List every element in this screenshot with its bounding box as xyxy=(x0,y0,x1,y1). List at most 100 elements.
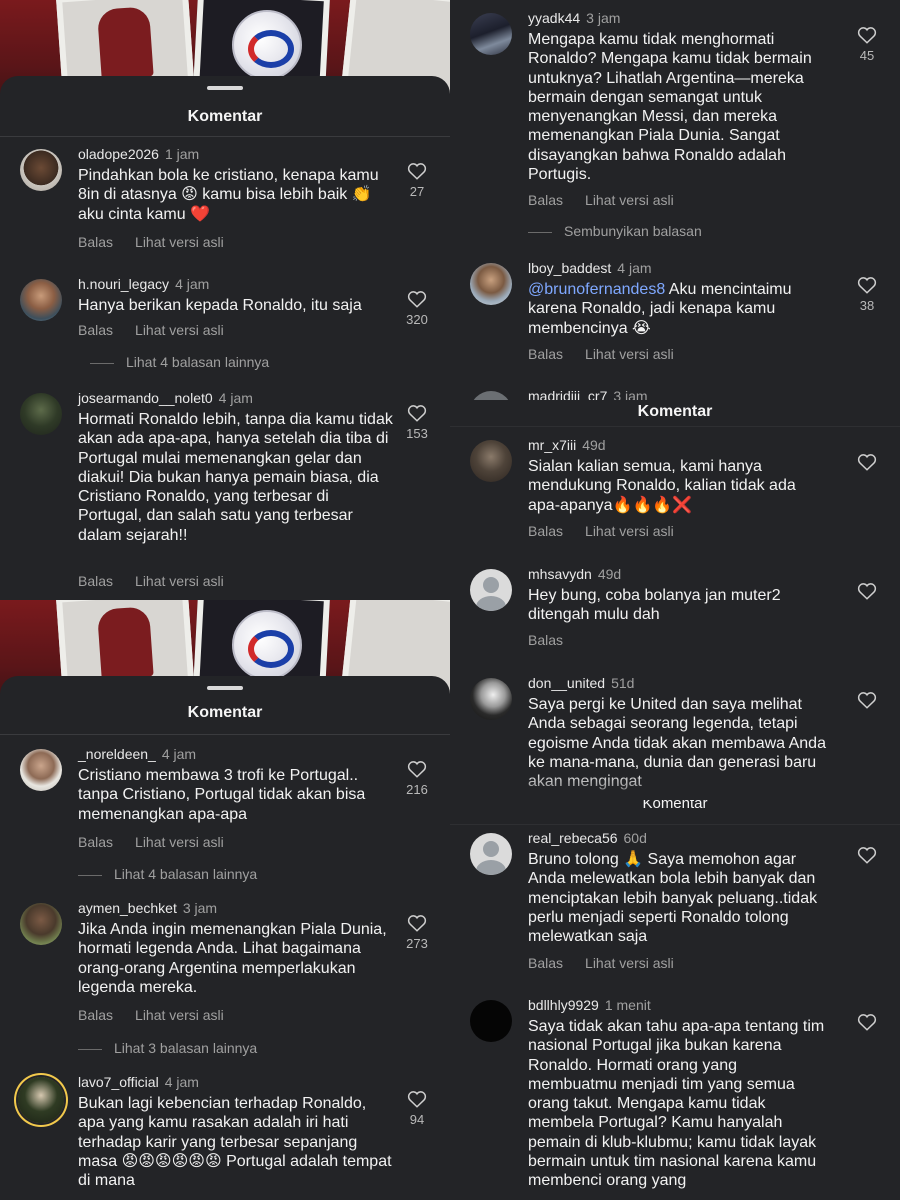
like-button[interactable] xyxy=(854,691,880,709)
avatar[interactable] xyxy=(18,1077,64,1123)
comment-actions: Balas Lihat versi asli xyxy=(78,234,224,250)
like-button[interactable]: 320 xyxy=(404,290,430,327)
view-more-replies[interactable]: Lihat 3 balasan lainnya xyxy=(78,1040,257,1056)
reply-button[interactable]: Balas xyxy=(528,955,563,971)
like-button[interactable] xyxy=(854,453,880,471)
comments-panel-top-left: Komentar oladope2026 1 jam Pindahkan bola… xyxy=(0,0,450,600)
comment-text: Bruno tolong 🙏 Saya memohon agar Anda me… xyxy=(528,851,818,946)
avatar[interactable] xyxy=(470,833,512,875)
reply-button[interactable]: Balas xyxy=(78,322,113,338)
like-button[interactable]: 273 xyxy=(404,914,430,951)
username[interactable]: mr_x7iii xyxy=(528,437,576,453)
username[interactable]: oladope2026 xyxy=(78,146,159,162)
see-original-button[interactable]: Lihat versi asli xyxy=(135,234,224,250)
username[interactable]: aymen_bechket xyxy=(78,900,177,916)
avatar[interactable] xyxy=(470,1000,512,1042)
like-button[interactable] xyxy=(854,1013,880,1031)
comment-meta: real_rebeca56 60d xyxy=(528,830,647,846)
avatar[interactable] xyxy=(470,440,512,482)
timestamp: 1 menit xyxy=(604,997,651,1013)
sheet-divider xyxy=(0,136,450,137)
like-button[interactable] xyxy=(854,582,880,600)
mention-link[interactable]: @brunofernandes8 xyxy=(528,281,665,298)
comments-panel-middle-right: Komentar mr_x7iii 49d Sialan kalian semua… xyxy=(450,400,900,800)
avatar[interactable] xyxy=(470,569,512,611)
like-button[interactable]: 153 xyxy=(404,404,430,441)
reply-button[interactable]: Balas xyxy=(528,346,563,362)
like-button[interactable]: 27 xyxy=(404,162,430,199)
like-button[interactable]: 94 xyxy=(404,1090,430,1127)
like-count: 216 xyxy=(406,782,428,797)
like-button[interactable] xyxy=(854,846,880,864)
avatar[interactable] xyxy=(20,279,62,321)
avatar[interactable] xyxy=(470,263,512,305)
username[interactable]: lboy_baddest xyxy=(528,260,611,276)
like-button[interactable]: 45 xyxy=(854,26,880,63)
comments-panel-top-right: yyadk44 3 jam Mengapa kamu tidak menghorm… xyxy=(450,0,900,400)
username[interactable]: _noreldeen_ xyxy=(78,746,156,762)
avatar[interactable] xyxy=(20,903,62,945)
reply-button[interactable]: Balas xyxy=(528,192,563,208)
heart-icon xyxy=(407,761,427,778)
like-count: 320 xyxy=(406,312,428,327)
comment-actions: Balas xyxy=(528,632,563,648)
reply-button[interactable]: Balas xyxy=(78,234,113,250)
comment-meta: aymen_bechket 3 jam xyxy=(78,900,217,916)
comment-meta: oladope2026 1 jam xyxy=(78,146,199,162)
comment-actions: Balas Lihat versi asli xyxy=(78,1007,224,1023)
heart-icon xyxy=(857,692,877,709)
heart-icon xyxy=(407,915,427,932)
see-original-button[interactable]: Lihat versi asli xyxy=(135,834,224,850)
avatar[interactable] xyxy=(20,149,62,191)
reply-button[interactable]: Balas xyxy=(78,573,113,589)
comment-meta: madridiii_cr7 3 jam xyxy=(528,388,648,400)
username[interactable]: mhsavydn xyxy=(528,566,592,582)
see-original-button[interactable]: Lihat versi asli xyxy=(585,523,674,539)
comment-text: Pindahkan bola ke cristiano, kenapa kamu… xyxy=(78,167,379,223)
comment-text: Hormati Ronaldo lebih, tanpa dia kamu ti… xyxy=(78,411,393,544)
like-button[interactable]: 38 xyxy=(854,276,880,313)
timestamp: 1 jam xyxy=(164,146,200,162)
view-more-replies[interactable]: Lihat 4 balasan lainnya xyxy=(78,866,257,882)
avatar[interactable] xyxy=(470,13,512,55)
username[interactable]: real_rebeca56 xyxy=(528,830,618,846)
username[interactable]: don__united xyxy=(528,675,605,691)
drag-handle[interactable] xyxy=(207,86,243,90)
avatar[interactable] xyxy=(470,391,512,400)
username[interactable]: madridiii_cr7 xyxy=(528,388,607,400)
avatar[interactable] xyxy=(20,393,62,435)
see-original-button[interactable]: Lihat versi asli xyxy=(135,1007,224,1023)
view-more-replies[interactable]: Lihat 4 balasan lainnya xyxy=(90,354,269,370)
avatar[interactable] xyxy=(20,749,62,791)
comment-meta: don__united 51d xyxy=(528,675,634,691)
username[interactable]: lavo7_official xyxy=(78,1074,159,1090)
sheet-title: Komentar xyxy=(642,800,708,812)
username[interactable]: josearmando__nolet0 xyxy=(78,390,213,406)
hide-replies-button[interactable]: Sembunyikan balasan xyxy=(528,223,702,239)
reply-button[interactable]: Balas xyxy=(528,632,563,648)
like-count: 38 xyxy=(859,298,875,313)
username[interactable]: yyadk44 xyxy=(528,10,580,26)
see-original-button[interactable]: Lihat versi asli xyxy=(585,192,674,208)
see-original-button[interactable]: Lihat versi asli xyxy=(585,955,674,971)
drag-handle[interactable] xyxy=(207,686,243,690)
see-original-button[interactable]: Lihat versi asli xyxy=(135,322,224,338)
heart-icon xyxy=(857,583,877,600)
comments-panel-bottom-right: Komentar real_rebeca56 60d Bruno tolong 🙏… xyxy=(450,800,900,1200)
like-button[interactable]: 216 xyxy=(404,760,430,797)
username[interactable]: h.nouri_legacy xyxy=(78,276,169,292)
reply-button[interactable]: Balas xyxy=(78,834,113,850)
username[interactable]: bdllhly9929 xyxy=(528,997,599,1013)
timestamp: 60d xyxy=(623,830,647,846)
comment-meta: mr_x7iii 49d xyxy=(528,437,606,453)
sheet-title: Komentar xyxy=(187,108,263,125)
comment-meta: _noreldeen_ 4 jam xyxy=(78,746,196,762)
reply-button[interactable]: Balas xyxy=(528,523,563,539)
timestamp: 49d xyxy=(582,437,606,453)
reply-button[interactable]: Balas xyxy=(78,1007,113,1023)
comment-actions: Balas Lihat versi asli xyxy=(78,834,224,850)
like-count: 27 xyxy=(409,184,425,199)
see-original-button[interactable]: Lihat versi asli xyxy=(585,346,674,362)
avatar[interactable] xyxy=(470,678,512,720)
see-original-button[interactable]: Lihat versi asli xyxy=(135,573,224,589)
